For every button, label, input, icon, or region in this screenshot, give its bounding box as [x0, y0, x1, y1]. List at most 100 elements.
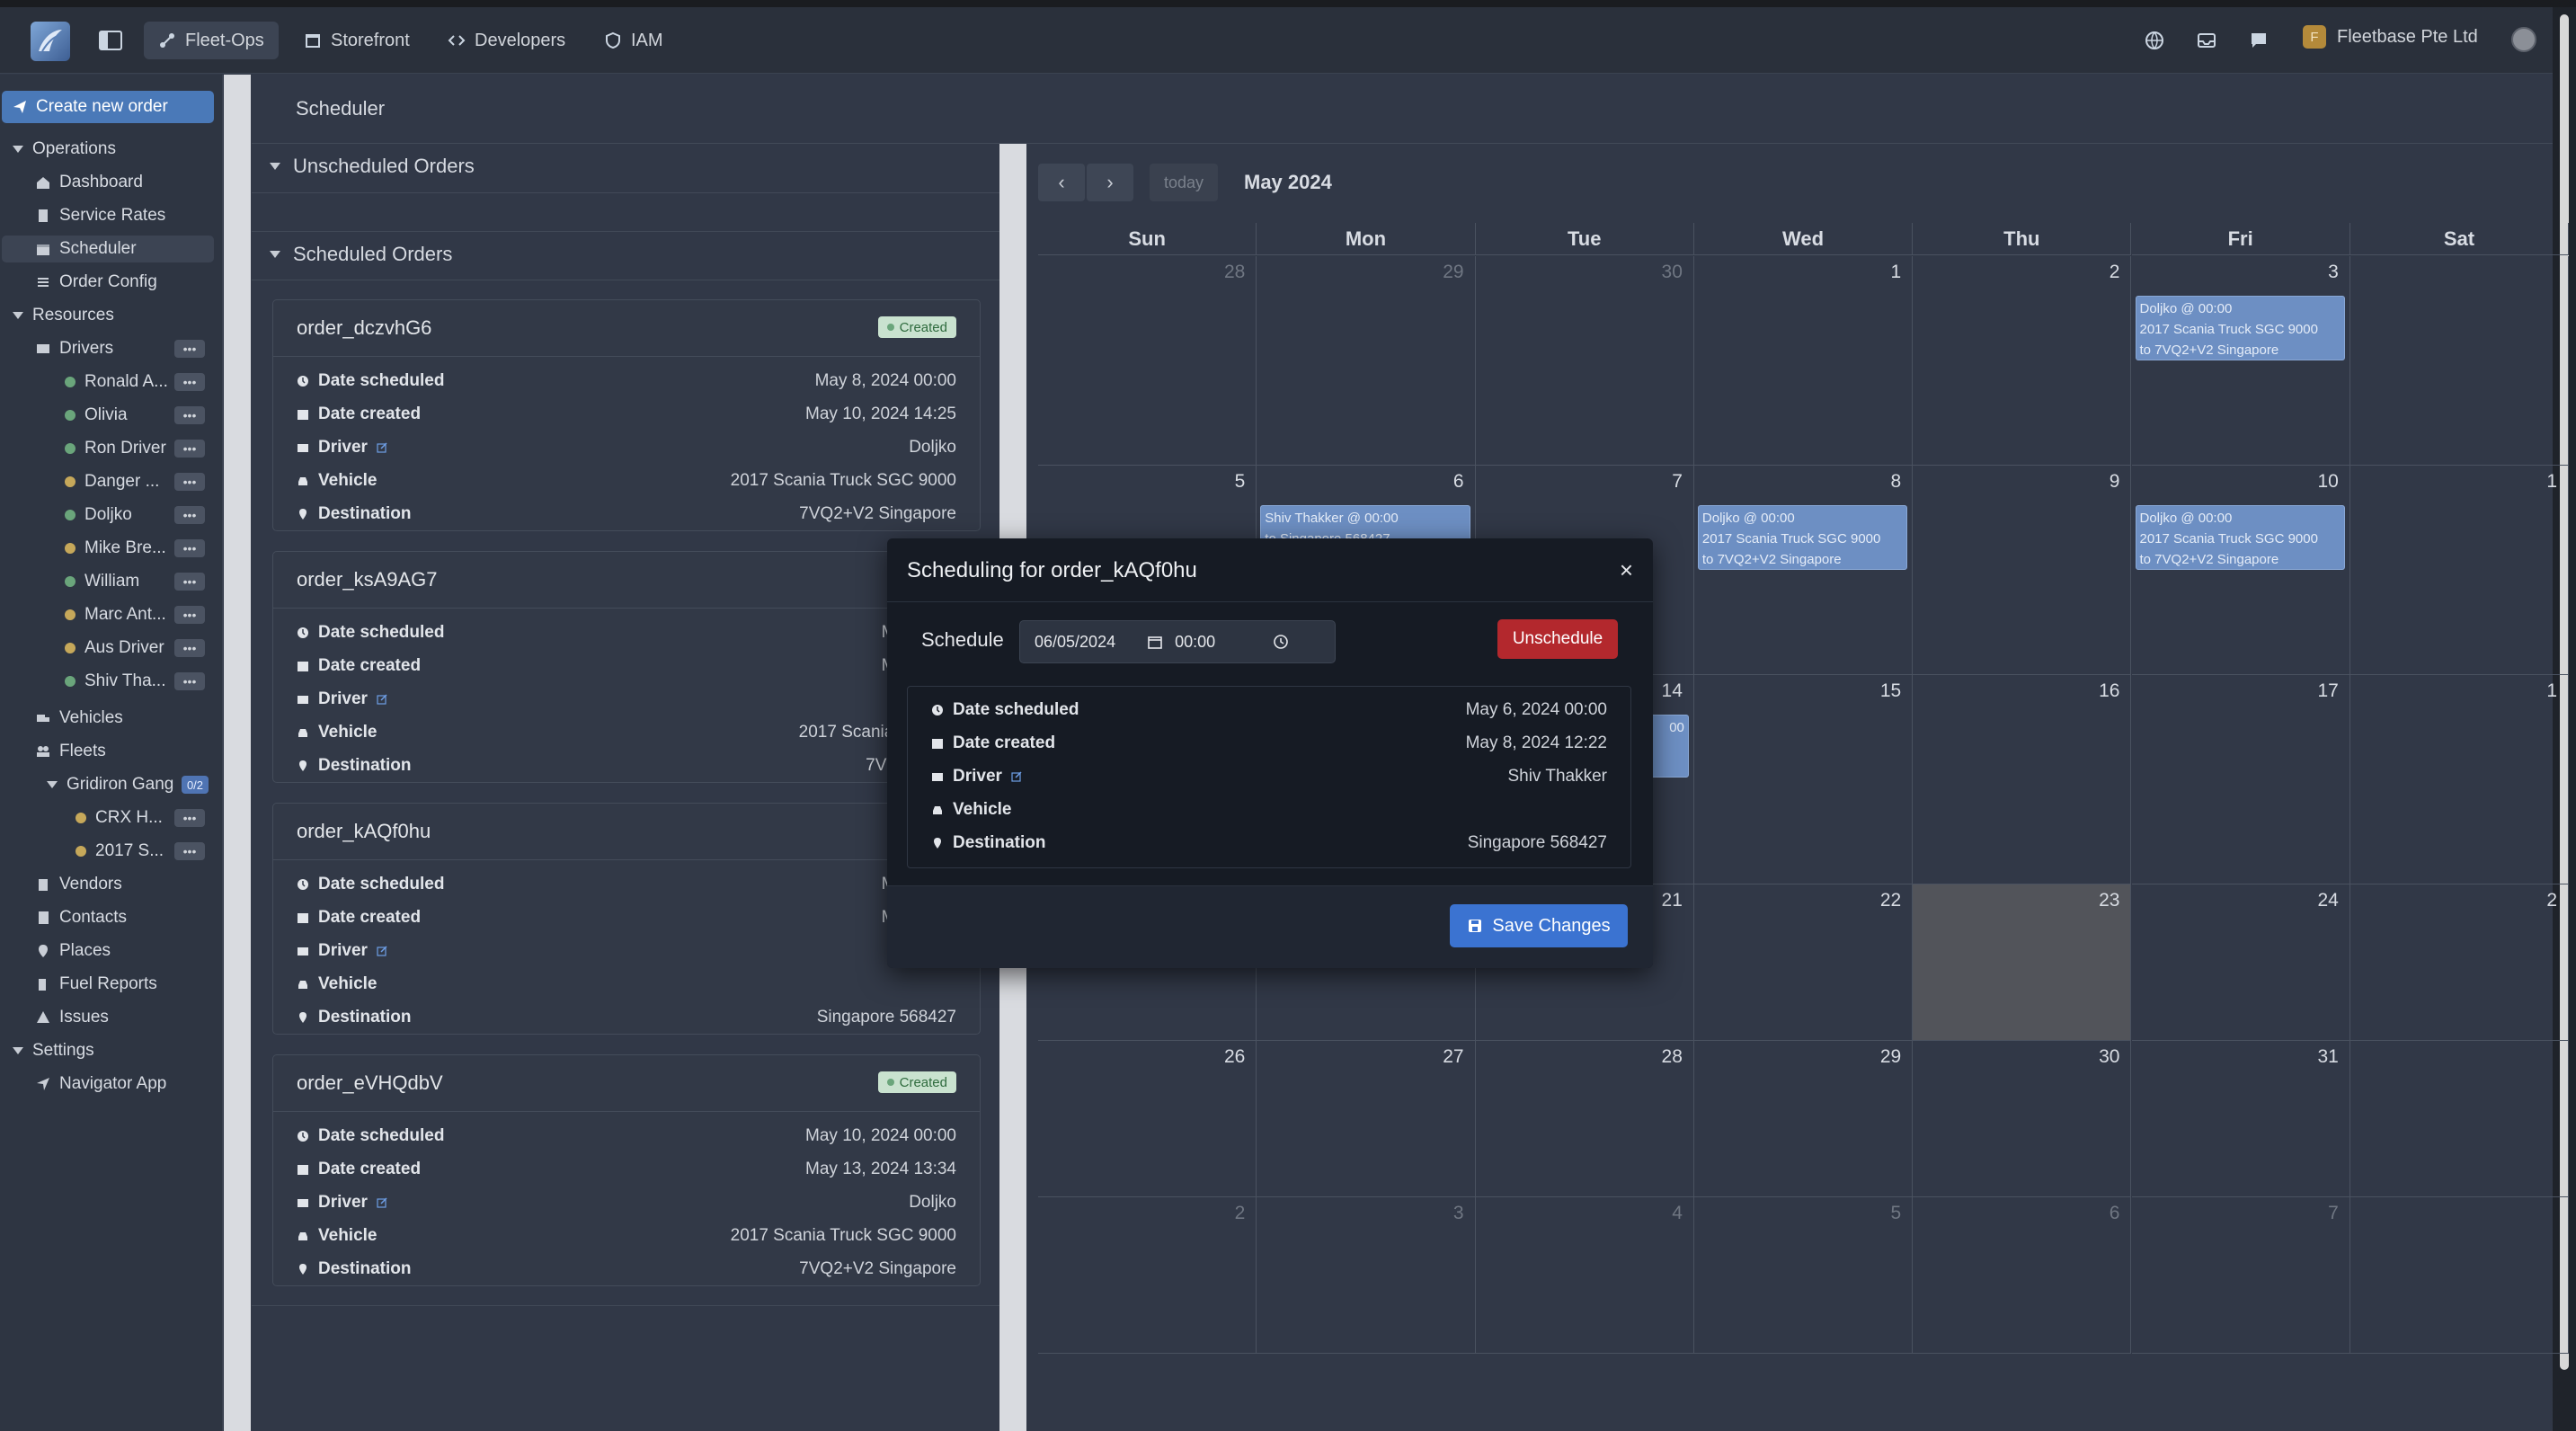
calendar-day-cell[interactable]: 4: [1475, 1197, 1694, 1354]
calendar-day-cell[interactable]: [2349, 1197, 2570, 1354]
sidebar-item-dashboard[interactable]: Dashboard: [36, 169, 143, 196]
sidebar-item-fleet-group[interactable]: Gridiron Gang: [47, 771, 173, 798]
calendar-day-cell[interactable]: 23: [1913, 884, 2132, 1041]
calendar-day-cell[interactable]: 9: [1913, 466, 2132, 675]
calendar-day-cell[interactable]: 10: [2131, 466, 2350, 675]
order-card[interactable]: order_dczvhG6 Created Date scheduled May 8,…: [272, 299, 981, 531]
sidebar-item-driver[interactable]: Ronald A...: [65, 369, 168, 396]
order-id[interactable]: order_eVHQdbV: [297, 1071, 443, 1095]
driver-more-button[interactable]: •••: [174, 606, 205, 624]
chat-icon[interactable]: [2249, 31, 2269, 50]
calendar-day-cell[interactable]: 28: [1475, 1041, 1694, 1197]
sidebar-item-driver[interactable]: Ron Driver: [65, 435, 166, 462]
calendar-day-cell[interactable]: 6: [1913, 1197, 2132, 1354]
edit-icon[interactable]: [377, 1197, 387, 1208]
calendar-day-cell[interactable]: 2: [1913, 256, 2132, 466]
calendar-day-cell[interactable]: 26: [1038, 1041, 1257, 1197]
sidebar-item-driver[interactable]: Aus Driver: [65, 635, 164, 662]
globe-icon[interactable]: [2145, 31, 2164, 50]
calendar-day-cell[interactable]: 30: [1475, 256, 1694, 466]
sidebar-item-issues[interactable]: Issues: [36, 1004, 109, 1031]
order-card[interactable]: order_eVHQdbV Created Date scheduled May 10…: [272, 1054, 981, 1286]
sidebar-resize-gutter[interactable]: [224, 75, 251, 1431]
order-id[interactable]: order_ksA9AG7: [297, 568, 438, 591]
order-card[interactable]: order_kAQf0huDate scheduledMay 6, 20Date…: [272, 803, 981, 1035]
driver-more-button[interactable]: •••: [174, 672, 205, 690]
sidebar-item-fleets[interactable]: Fleets: [36, 738, 106, 765]
calendar-day-cell[interactable]: 2: [1038, 1197, 1257, 1354]
tab-fleet-ops[interactable]: Fleet-Ops: [144, 22, 279, 59]
calendar-prev-button[interactable]: ‹: [1038, 164, 1085, 201]
fleet-item-more-button[interactable]: •••: [174, 842, 205, 860]
tab-developers[interactable]: Developers: [433, 22, 580, 59]
calendar-day-cell[interactable]: 5: [1693, 1197, 1914, 1354]
sidebar-item-fleet-vehicle[interactable]: 2017 S...: [76, 838, 164, 865]
sidebar-item-driver[interactable]: William: [65, 568, 139, 595]
sidebar-item-contacts[interactable]: Contacts: [36, 904, 127, 931]
edit-icon[interactable]: [377, 694, 387, 705]
driver-more-button[interactable]: •••: [174, 506, 205, 524]
clock-icon[interactable]: [1273, 634, 1289, 650]
calendar-day-cell[interactable]: 31: [2131, 1041, 2350, 1197]
driver-more-button[interactable]: •••: [174, 440, 205, 458]
close-icon[interactable]: ×: [1620, 556, 1633, 584]
edit-icon[interactable]: [377, 946, 387, 956]
unscheduled-orders-toggle[interactable]: Unscheduled Orders: [270, 155, 475, 178]
sidebar-item-drivers[interactable]: Drivers: [36, 335, 113, 362]
driver-more-button[interactable]: •••: [174, 573, 205, 591]
driver-more-button[interactable]: •••: [174, 406, 205, 424]
sidebar-item-driver[interactable]: Doljko: [65, 502, 132, 529]
sidebar-section-settings[interactable]: Settings: [13, 1037, 94, 1064]
calendar-day-cell[interactable]: 15: [1693, 675, 1914, 884]
tab-iam[interactable]: IAM: [590, 22, 678, 59]
calendar-day-cell[interactable]: 2: [2349, 884, 2570, 1041]
sidebar-section-resources[interactable]: Resources: [13, 302, 114, 329]
calendar-day-cell[interactable]: 8: [1693, 466, 1914, 675]
fleet-item-more-button[interactable]: •••: [174, 809, 205, 827]
edit-icon[interactable]: [1011, 771, 1022, 782]
sidebar-item-order-config[interactable]: Order Config: [36, 269, 157, 296]
sidebar-item-driver[interactable]: Shiv Tha...: [65, 668, 165, 695]
calendar-event[interactable]: Doljko @ 00:00 2017 Scania Truck SGC 9000…: [2135, 296, 2345, 360]
sidebar-item-driver[interactable]: Mike Bre...: [65, 535, 166, 562]
save-changes-button[interactable]: Save Changes: [1450, 904, 1628, 947]
calendar-next-button[interactable]: ›: [1087, 164, 1133, 201]
order-card[interactable]: order_ksA9AG7Date scheduledMay 3, 20Date…: [272, 551, 981, 783]
driver-more-button[interactable]: •••: [174, 539, 205, 557]
organization-menu[interactable]: F Fleetbase Pte Ltd: [2303, 25, 2478, 49]
calendar-event[interactable]: Doljko @ 00:00 2017 Scania Truck SGC 9000…: [1697, 505, 1908, 570]
create-new-order-button[interactable]: Create new order: [2, 91, 214, 123]
calendar-day-cell[interactable]: 16: [1913, 675, 2132, 884]
calendar-day-cell[interactable]: 29: [1257, 256, 1476, 466]
calendar-day-cell[interactable]: 24: [2131, 884, 2350, 1041]
sidebar-item-vendors[interactable]: Vendors: [36, 871, 122, 898]
calendar-icon[interactable]: [1148, 635, 1162, 649]
calendar-day-cell[interactable]: [2349, 1041, 2570, 1197]
driver-more-button[interactable]: •••: [174, 639, 205, 657]
calendar-event[interactable]: Doljko @ 00:00 2017 Scania Truck SGC 9000…: [2135, 505, 2345, 570]
sidebar-item-driver[interactable]: Danger ...: [65, 468, 159, 495]
order-id[interactable]: order_kAQf0hu: [297, 820, 431, 843]
sidebar-item-service-rates[interactable]: Service Rates: [36, 202, 165, 229]
calendar-day-cell[interactable]: 1: [2349, 466, 2570, 675]
order-id[interactable]: order_dczvhG6: [297, 316, 431, 340]
sidebar-item-scheduler[interactable]: Scheduler: [2, 236, 214, 262]
sidebar-section-operations[interactable]: Operations: [13, 136, 116, 163]
unschedule-button[interactable]: Unschedule: [1497, 619, 1618, 659]
calendar-day-cell[interactable]: 27: [1257, 1041, 1476, 1197]
calendar-day-cell[interactable]: 28: [1038, 256, 1257, 466]
calendar-day-cell[interactable]: 1: [2349, 675, 2570, 884]
drivers-more-button[interactable]: •••: [174, 340, 205, 358]
fleetbase-logo[interactable]: [31, 22, 70, 61]
inbox-icon[interactable]: [2197, 31, 2216, 50]
calendar-day-cell[interactable]: 3: [1257, 1197, 1476, 1354]
driver-more-button[interactable]: •••: [174, 473, 205, 491]
schedule-date-value[interactable]: 06/05/2024: [1035, 633, 1115, 652]
tab-storefront[interactable]: Storefront: [289, 22, 424, 59]
sidebar-item-vehicles[interactable]: Vehicles: [36, 705, 123, 732]
sidebar-item-driver[interactable]: Olivia: [65, 402, 128, 429]
driver-more-button[interactable]: •••: [174, 373, 205, 391]
calendar-day-cell[interactable]: [2349, 256, 2570, 466]
user-avatar[interactable]: [2511, 27, 2536, 52]
calendar-day-cell[interactable]: 30: [1913, 1041, 2132, 1197]
